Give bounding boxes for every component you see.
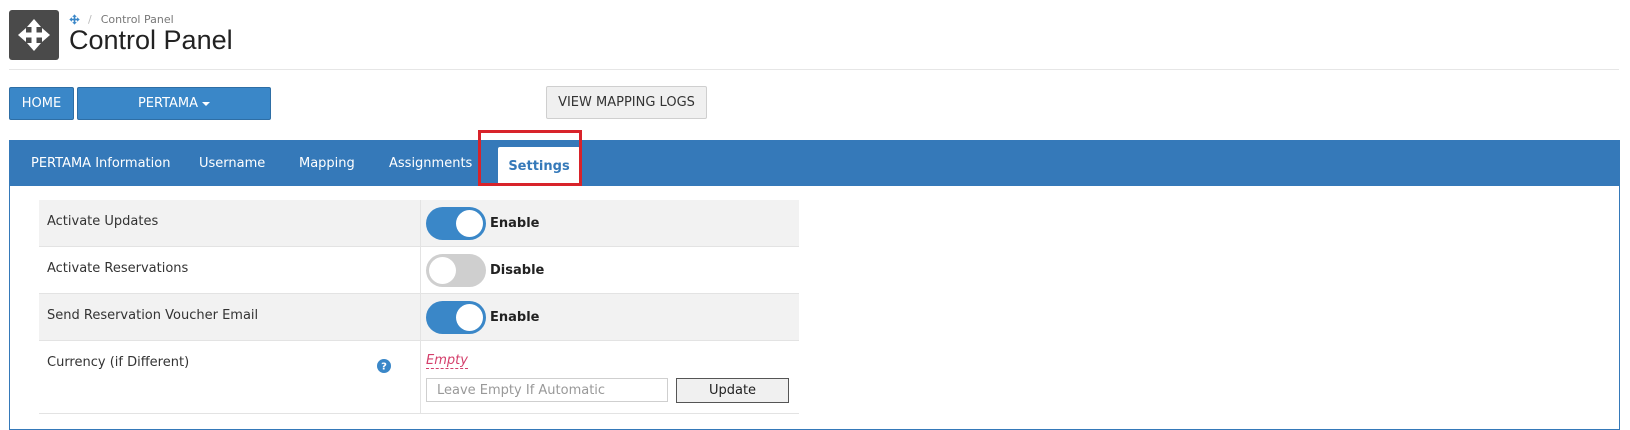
- tab-pertama-information[interactable]: PERTAMA Information: [31, 141, 170, 186]
- send-voucher-email-toggle[interactable]: [426, 301, 486, 334]
- toggle-knob: [456, 304, 483, 331]
- toggle-knob: [456, 210, 483, 237]
- tab-label: Username: [199, 156, 266, 171]
- toggle-knob: [429, 257, 456, 284]
- tab-label: Assignments: [389, 156, 473, 171]
- tab-assignments[interactable]: Assignments: [389, 141, 472, 186]
- app-icon: [9, 10, 59, 60]
- update-button-label: Update: [708, 383, 757, 398]
- pertama-dropdown-button[interactable]: PERTAMA: [77, 87, 271, 120]
- setting-row-send-voucher-email: Send Reservation Voucher Email Enable: [39, 294, 799, 341]
- update-button[interactable]: Update: [676, 378, 789, 403]
- setting-label: Activate Updates: [47, 214, 159, 229]
- caret-down-icon: [202, 101, 211, 106]
- setting-row-activate-updates: Activate Updates Enable: [39, 200, 799, 247]
- tab-mapping[interactable]: Mapping: [299, 141, 355, 186]
- home-button[interactable]: HOME: [9, 87, 74, 120]
- header-divider: [9, 69, 1619, 70]
- column-divider: [420, 341, 421, 413]
- toggle-state-text: Disable: [490, 263, 545, 278]
- column-divider: [420, 200, 421, 246]
- currency-input[interactable]: [426, 378, 668, 402]
- question-circle-icon[interactable]: ?: [377, 359, 391, 373]
- tab-label: PERTAMA Information: [31, 156, 171, 171]
- toggle-state-text: Enable: [490, 216, 540, 231]
- setting-row-currency: Currency (if Different) ? Empty Update: [39, 341, 799, 414]
- svg-text:?: ?: [381, 362, 387, 373]
- tab-label: Settings: [508, 159, 570, 174]
- setting-label: Currency (if Different): [47, 355, 190, 370]
- tab-label: Mapping: [299, 156, 355, 171]
- column-divider: [420, 294, 421, 340]
- view-mapping-logs-label: VIEW MAPPING LOGS: [558, 95, 695, 110]
- toggle-state-text: Enable: [490, 310, 540, 325]
- tab-bar: PERTAMA Information Username Mapping Ass…: [10, 141, 1619, 186]
- page-title: Control Panel: [69, 25, 233, 55]
- move-arrows-icon: [18, 19, 50, 51]
- pertama-button-label: PERTAMA: [137, 96, 199, 111]
- column-divider: [420, 247, 421, 293]
- setting-row-activate-reservations: Activate Reservations Disable: [39, 247, 799, 294]
- currency-value-editable[interactable]: Empty: [426, 353, 468, 369]
- tab-settings[interactable]: Settings: [498, 147, 580, 186]
- setting-label: Activate Reservations: [47, 261, 189, 276]
- view-mapping-logs-button[interactable]: VIEW MAPPING LOGS: [546, 86, 707, 119]
- setting-label: Send Reservation Voucher Email: [47, 308, 259, 323]
- home-button-label: HOME: [21, 96, 62, 111]
- activate-reservations-toggle[interactable]: [426, 254, 486, 287]
- activate-updates-toggle[interactable]: [426, 207, 486, 240]
- tab-username[interactable]: Username: [199, 141, 265, 186]
